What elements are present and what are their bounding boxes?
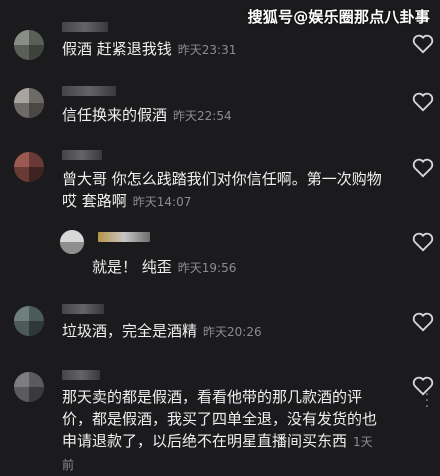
comment-text: 那天卖的都是假酒，看看他带的那几款酒的评价，都是假酒，我买了四单全退，没有发货的… (62, 386, 382, 476)
comment-body: 就是！ 纯歪 (92, 258, 172, 276)
avatar[interactable] (14, 306, 44, 336)
comment-body: 垃圾酒，完全是酒精 (62, 322, 198, 340)
comment-time: 昨天14:07 (132, 195, 192, 209)
username-blurred[interactable] (62, 150, 102, 160)
avatar[interactable] (14, 30, 44, 60)
comment-text: 信任换来的假酒 昨天22:54 (62, 104, 382, 127)
like-heart-icon[interactable] (412, 92, 434, 112)
like-heart-icon[interactable] (412, 232, 434, 252)
comment-time: 昨天22:54 (173, 109, 232, 123)
comment-body: 假酒 赶紧退我钱 (62, 40, 172, 58)
comment-text: 假酒 赶紧退我钱 昨天23:31 (62, 38, 382, 61)
comment-text: 曾大哥 你怎么践踏我们对你信任啊。第一次购物 哎 套路啊 昨天14:07 (62, 168, 382, 213)
avatar[interactable] (14, 372, 44, 402)
avatar[interactable] (14, 88, 44, 118)
like-heart-icon[interactable] (412, 376, 434, 396)
username-blurred[interactable] (62, 370, 100, 380)
comment-time: 昨天20:26 (203, 325, 262, 339)
more-dots-icon[interactable]: · · · (424, 388, 430, 414)
like-heart-icon[interactable] (412, 158, 434, 178)
comment-time: 昨天19:56 (177, 261, 237, 275)
username-blurred[interactable] (62, 86, 116, 96)
comment-time: 昨天23:31 (177, 43, 237, 57)
comment-body: 信任换来的假酒 (62, 106, 168, 124)
username-blurred[interactable] (62, 22, 108, 32)
comment-text: 垃圾酒，完全是酒精 昨天20:26 (62, 320, 382, 343)
like-heart-icon[interactable] (412, 312, 434, 332)
username-blurred[interactable] (62, 304, 104, 314)
comment-body: 那天卖的都是假酒，看看他带的那几款酒的评价，都是假酒，我买了四单全退，没有发货的… (62, 388, 378, 450)
like-heart-icon[interactable] (412, 34, 434, 54)
avatar[interactable] (14, 152, 44, 182)
watermark: 搜狐号@娱乐圈那点八卦事 (247, 8, 430, 26)
comment-text: 就是！ 纯歪 昨天19:56 (92, 256, 382, 279)
username-blurred[interactable] (98, 232, 150, 242)
avatar[interactable] (60, 230, 84, 254)
comment-body: 曾大哥 你怎么践踏我们对你信任啊。第一次购物 哎 套路啊 (62, 170, 382, 210)
